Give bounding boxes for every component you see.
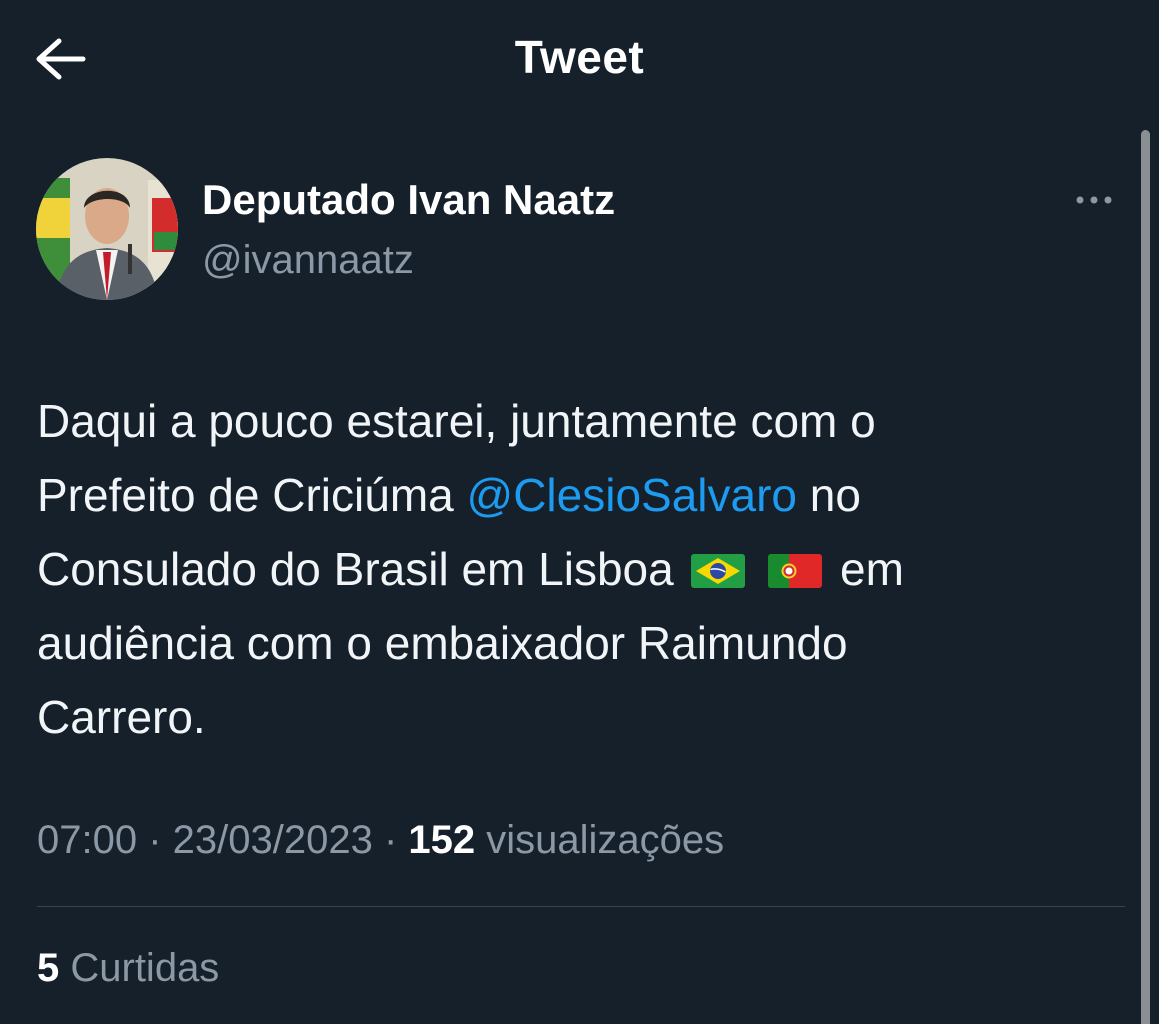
brazil-flag-icon <box>691 554 746 588</box>
tweet-line: Consulado do Brasil em Lisboa em <box>37 532 1127 606</box>
views-count: 152 <box>408 818 476 862</box>
author-name[interactable]: Deputado Ivan Naatz <box>202 176 615 224</box>
avatar[interactable] <box>36 158 178 300</box>
scrollbar[interactable] <box>1141 130 1150 1024</box>
tweet-meta: 07:00 · 23/03/2023 · 152 visualizações <box>37 818 724 863</box>
tweet-text-segment: Consulado do Brasil em Lisboa <box>37 543 674 595</box>
tweet-date[interactable]: 23/03/2023 <box>173 818 373 862</box>
likes-link[interactable]: 5 Curtidas <box>37 946 219 991</box>
portugal-flag-icon <box>768 554 823 588</box>
tweet-line: Carrero. <box>37 691 206 743</box>
more-horizontal-icon <box>1076 196 1112 204</box>
tweet-time[interactable]: 07:00 <box>37 818 137 862</box>
author-handle[interactable]: @ivannaatz <box>202 238 414 283</box>
tweet-text-segment: no <box>797 469 861 521</box>
page-title: Tweet <box>514 31 645 83</box>
tweet-text-segment: em <box>840 543 904 595</box>
tweet-line: Prefeito de Criciúma @ClesioSalvaro no <box>37 458 1127 532</box>
divider <box>37 906 1125 907</box>
mention-link[interactable]: @ClesioSalvaro <box>467 469 798 521</box>
views-label: visualizações <box>475 818 725 862</box>
top-bar: Tweet <box>0 0 1159 118</box>
likes-label: Curtidas <box>59 946 220 990</box>
tweet-text: Daqui a pouco estarei, juntamente com o … <box>37 384 1127 754</box>
tweet-text-segment: Prefeito de Criciúma <box>37 469 467 521</box>
more-options-button[interactable] <box>1070 180 1122 220</box>
meta-separator: · <box>137 818 173 862</box>
meta-separator: · <box>372 818 409 862</box>
tweet-line: audiência com o embaixador Raimundo <box>37 617 848 669</box>
tweet-line: Daqui a pouco estarei, juntamente com o <box>37 395 876 447</box>
likes-count: 5 <box>37 946 60 990</box>
profile-photo-icon <box>36 158 178 300</box>
